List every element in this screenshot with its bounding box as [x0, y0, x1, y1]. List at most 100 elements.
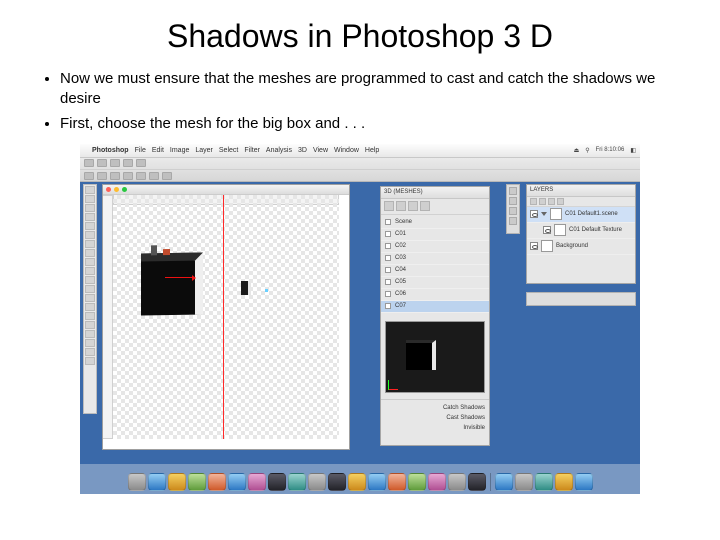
- dock-app-icon[interactable]: [188, 473, 206, 491]
- dock-app-icon[interactable]: [408, 473, 426, 491]
- menu-item[interactable]: Edit: [152, 147, 164, 154]
- panel-tab[interactable]: LAYERS: [530, 187, 553, 193]
- visibility-checkbox[interactable]: [385, 291, 391, 297]
- list-item[interactable]: Scene: [381, 217, 489, 229]
- visibility-checkbox[interactable]: [385, 219, 391, 225]
- dock-app-icon[interactable]: [148, 473, 166, 491]
- list-item[interactable]: C05: [381, 277, 489, 289]
- filter-material-icon[interactable]: [408, 201, 418, 211]
- tool-button[interactable]: [85, 330, 95, 338]
- filter-scene-icon[interactable]: [384, 201, 394, 211]
- toolbar-icon[interactable]: [97, 159, 107, 167]
- dock-app-icon[interactable]: [228, 473, 246, 491]
- tool-button[interactable]: [85, 357, 95, 365]
- panel-icon[interactable]: [509, 197, 517, 205]
- tool-button[interactable]: [85, 249, 95, 257]
- panel-icon[interactable]: [509, 207, 517, 215]
- tool-button[interactable]: [85, 222, 95, 230]
- dock-app-icon[interactable]: [268, 473, 286, 491]
- list-item[interactable]: C06: [381, 289, 489, 301]
- eye-icon[interactable]: [543, 226, 551, 234]
- toolbar-icon[interactable]: [136, 159, 146, 167]
- dock-app-icon[interactable]: [348, 473, 366, 491]
- toolbar-icon[interactable]: [84, 159, 94, 167]
- dock-app-icon[interactable]: [495, 473, 513, 491]
- mesh-small-box[interactable]: [241, 281, 251, 295]
- dock-app-icon[interactable]: [575, 473, 593, 491]
- dock-app-icon[interactable]: [128, 473, 146, 491]
- dock-app-icon[interactable]: [535, 473, 553, 491]
- filter-mesh-icon[interactable]: [396, 201, 406, 211]
- axis-gizmo-icon[interactable]: [165, 277, 193, 278]
- dock-app-icon[interactable]: [248, 473, 266, 491]
- tool-button[interactable]: [85, 312, 95, 320]
- menu-item[interactable]: Filter: [244, 147, 260, 154]
- dock-app-icon[interactable]: [208, 473, 226, 491]
- tool-button[interactable]: [85, 339, 95, 347]
- menu-item[interactable]: Analysis: [266, 147, 292, 154]
- dock-app-icon[interactable]: [328, 473, 346, 491]
- toolbar-icon[interactable]: [123, 172, 133, 180]
- tool-button[interactable]: [85, 285, 95, 293]
- panel-tab[interactable]: 3D (MESHES): [384, 189, 423, 195]
- lock-icon[interactable]: [557, 198, 564, 205]
- tool-button[interactable]: [85, 213, 95, 221]
- menu-item[interactable]: Layer: [195, 147, 213, 154]
- menu-item[interactable]: 3D: [298, 147, 307, 154]
- lock-icon[interactable]: [530, 198, 537, 205]
- dock-app-icon[interactable]: [168, 473, 186, 491]
- disclosure-triangle-icon[interactable]: [541, 212, 547, 216]
- menubar-extra-icon[interactable]: ◧: [630, 147, 636, 154]
- visibility-checkbox[interactable]: [385, 267, 391, 273]
- layer-row[interactable]: Background: [527, 239, 635, 255]
- menu-item[interactable]: File: [135, 147, 146, 154]
- visibility-checkbox[interactable]: [385, 279, 391, 285]
- dock-app-icon[interactable]: [448, 473, 466, 491]
- menu-item[interactable]: Image: [170, 147, 189, 154]
- tool-button[interactable]: [85, 348, 95, 356]
- eye-icon[interactable]: [530, 242, 538, 250]
- tool-button[interactable]: [85, 195, 95, 203]
- menu-item[interactable]: Select: [219, 147, 238, 154]
- mac-menubar[interactable]: Photoshop File Edit Image Layer Select F…: [80, 144, 640, 158]
- tool-button[interactable]: [85, 294, 95, 302]
- dock-app-icon[interactable]: [555, 473, 573, 491]
- list-item[interactable]: C01: [381, 229, 489, 241]
- menu-item[interactable]: Help: [365, 147, 379, 154]
- tool-button[interactable]: [85, 276, 95, 284]
- list-item[interactable]: C07: [381, 301, 489, 313]
- toolbar-icon[interactable]: [110, 159, 120, 167]
- layer-row[interactable]: C01 Default1.scene: [527, 207, 635, 223]
- visibility-checkbox[interactable]: [385, 303, 391, 309]
- list-item[interactable]: C04: [381, 265, 489, 277]
- list-item[interactable]: C02: [381, 241, 489, 253]
- panel-icon[interactable]: [509, 187, 517, 195]
- app-name[interactable]: Photoshop: [92, 147, 129, 154]
- tool-button[interactable]: [85, 204, 95, 212]
- spotlight-icon[interactable]: ⚲: [585, 147, 589, 154]
- dock-app-icon[interactable]: [368, 473, 386, 491]
- toolbar-icon[interactable]: [123, 159, 133, 167]
- dock-app-icon[interactable]: [515, 473, 533, 491]
- list-item[interactable]: C03: [381, 253, 489, 265]
- panel-icon[interactable]: [509, 217, 517, 225]
- toolbar-icon[interactable]: [97, 172, 107, 180]
- eye-icon[interactable]: [530, 210, 538, 218]
- visibility-checkbox[interactable]: [385, 243, 391, 249]
- tool-button[interactable]: [85, 303, 95, 311]
- layer-row[interactable]: C01 Default Texture: [527, 223, 635, 239]
- mesh-big-box[interactable]: [141, 252, 203, 315]
- dock-app-icon[interactable]: [468, 473, 486, 491]
- toolbar-icon[interactable]: [136, 172, 146, 180]
- tool-button[interactable]: [85, 321, 95, 329]
- mesh-preview[interactable]: [385, 321, 485, 393]
- tool-button[interactable]: [85, 231, 95, 239]
- dock-app-icon[interactable]: [388, 473, 406, 491]
- menu-item[interactable]: View: [313, 147, 328, 154]
- toolbar-icon[interactable]: [162, 172, 172, 180]
- guide-line[interactable]: [223, 195, 224, 439]
- lock-icon[interactable]: [539, 198, 546, 205]
- menu-item[interactable]: Window: [334, 147, 359, 154]
- tool-button[interactable]: [85, 258, 95, 266]
- toolbar-icon[interactable]: [110, 172, 120, 180]
